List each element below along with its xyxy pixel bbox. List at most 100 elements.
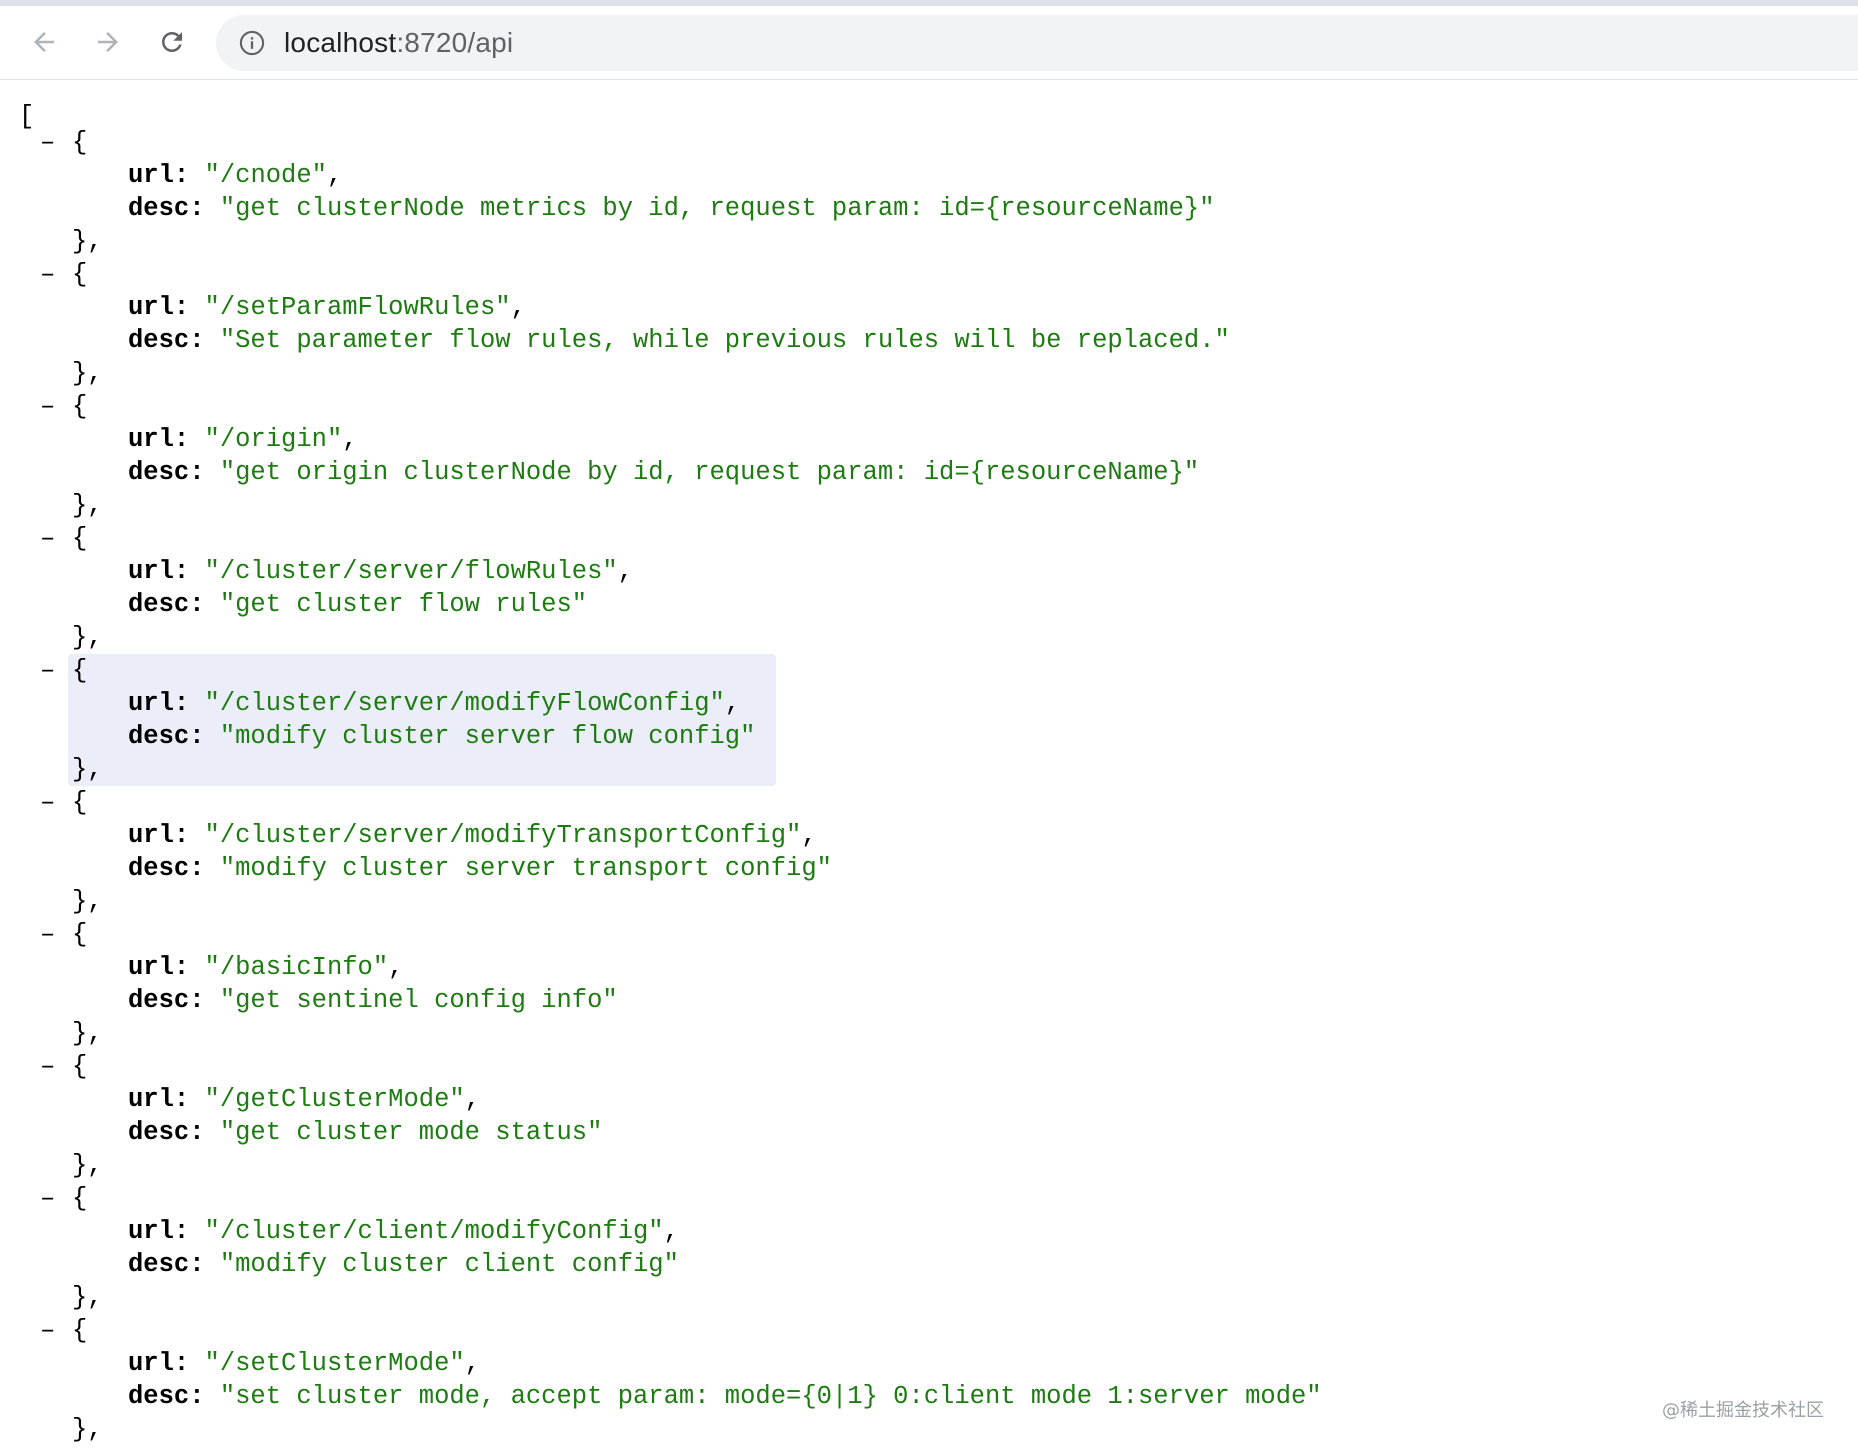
desc-value: "set cluster mode, accept param: mode={0… — [219, 1382, 1322, 1411]
desc-line: desc: "modify cluster server transport c… — [128, 852, 832, 885]
desc-key: desc: — [128, 1118, 205, 1147]
desc-key: desc: — [128, 1382, 205, 1411]
open-brace: { — [72, 392, 88, 421]
address-bar[interactable]: localhost:8720/api — [216, 15, 1858, 71]
url-line: url: "/setParamFlowRules", — [128, 291, 526, 324]
desc-key: desc: — [128, 722, 205, 751]
arrow-left-icon — [34, 32, 54, 52]
comma: , — [510, 293, 526, 322]
collapse-toggle[interactable]: – — [40, 918, 55, 951]
collapse-toggle[interactable]: – — [40, 1050, 55, 1083]
close-brace: }, — [72, 227, 103, 256]
browser-toolbar: localhost:8720/api — [0, 6, 1858, 80]
back-button[interactable] — [20, 18, 68, 66]
desc-line: desc: "get cluster flow rules" — [128, 588, 587, 621]
desc-value: "get sentinel config info" — [219, 986, 618, 1015]
url-line: url: "/basicInfo", — [128, 951, 403, 984]
url-value: "/setParamFlowRules" — [204, 293, 511, 322]
url-value: "/cnode" — [204, 161, 327, 190]
comma: , — [617, 557, 634, 586]
url-text[interactable]: localhost:8720/api — [284, 15, 513, 71]
collapse-toggle[interactable]: – — [40, 390, 55, 423]
open-brace: { — [72, 656, 88, 685]
close-brace: }, — [72, 1415, 103, 1444]
collapse-toggle[interactable]: – — [40, 1314, 55, 1347]
desc-key: desc: — [128, 458, 205, 487]
url-line: url: "/getClusterMode", — [128, 1083, 480, 1116]
collapse-toggle[interactable]: – — [40, 654, 55, 687]
desc-key: desc: — [128, 1250, 205, 1279]
open-brace: { — [72, 788, 88, 817]
desc-value: "Set parameter flow rules, while previou… — [219, 326, 1230, 355]
desc-key: desc: — [128, 854, 205, 883]
url-key: url: — [128, 821, 190, 850]
url-line: url: "/origin", — [128, 423, 358, 456]
comma: , — [464, 1085, 480, 1114]
desc-value: "modify cluster client config" — [219, 1250, 679, 1279]
url-path: :8720/api — [396, 27, 514, 58]
url-line: url: "/cluster/client/modifyConfig", — [128, 1215, 679, 1248]
url-value: "/basicInfo" — [204, 953, 389, 982]
reload-icon — [162, 32, 182, 52]
desc-line: desc: "get cluster mode status" — [128, 1116, 602, 1149]
desc-value: "get origin clusterNode by id, request p… — [219, 458, 1200, 487]
comma: , — [663, 1217, 679, 1246]
close-brace: }, — [72, 887, 103, 916]
comma: , — [342, 425, 358, 454]
forward-button[interactable] — [84, 18, 132, 66]
url-value: "/setClusterMode" — [204, 1349, 465, 1378]
comma: , — [724, 689, 741, 718]
close-brace: }, — [72, 359, 103, 388]
url-line: url: "/cnode", — [128, 159, 342, 192]
info-icon[interactable] — [238, 29, 266, 57]
reload-button[interactable] — [148, 18, 196, 66]
json-viewer: [ –{url: "/cnode", desc: "get clusterNode… — [0, 80, 1858, 1448]
collapse-toggle[interactable]: – — [40, 258, 55, 291]
url-key: url: — [128, 1085, 190, 1114]
desc-line: desc: "get sentinel config info" — [128, 984, 618, 1017]
close-brace: }, — [72, 755, 103, 784]
desc-line: desc: "Set parameter flow rules, while p… — [128, 324, 1230, 357]
url-key: url: — [128, 557, 190, 586]
desc-line: desc: "set cluster mode, accept param: m… — [128, 1380, 1322, 1413]
url-line: url: "/cluster/server/modifyFlowConfig", — [128, 687, 740, 720]
open-brace: { — [72, 1184, 88, 1213]
url-line: url: "/cluster/server/modifyTransportCon… — [128, 819, 817, 852]
collapse-toggle[interactable]: – — [40, 126, 55, 159]
url-key: url: — [128, 1217, 190, 1246]
url-key: url: — [128, 953, 190, 982]
arrow-right-icon — [98, 32, 118, 52]
desc-line: desc: "modify cluster client config" — [128, 1248, 679, 1281]
collapse-toggle[interactable]: – — [40, 786, 55, 819]
comma: , — [326, 161, 343, 190]
desc-value: "modify cluster server flow config" — [219, 722, 756, 751]
open-brace: { — [72, 260, 88, 289]
url-key: url: — [128, 425, 190, 454]
close-brace: }, — [72, 491, 103, 520]
open-brace: { — [72, 128, 88, 157]
url-host: localhost — [284, 27, 397, 58]
desc-value: "get cluster flow rules" — [219, 590, 588, 619]
url-line: url: "/cluster/server/flowRules", — [128, 555, 633, 588]
open-brace: { — [72, 920, 88, 949]
close-brace: }, — [72, 1019, 103, 1048]
desc-line: desc: "modify cluster server flow config… — [128, 720, 755, 753]
desc-value: "get cluster mode status" — [219, 1118, 603, 1147]
open-bracket: [ — [19, 102, 35, 131]
collapse-toggle[interactable]: – — [40, 1182, 55, 1215]
collapse-toggle[interactable]: – — [40, 522, 55, 555]
close-brace: }, — [72, 1151, 103, 1180]
